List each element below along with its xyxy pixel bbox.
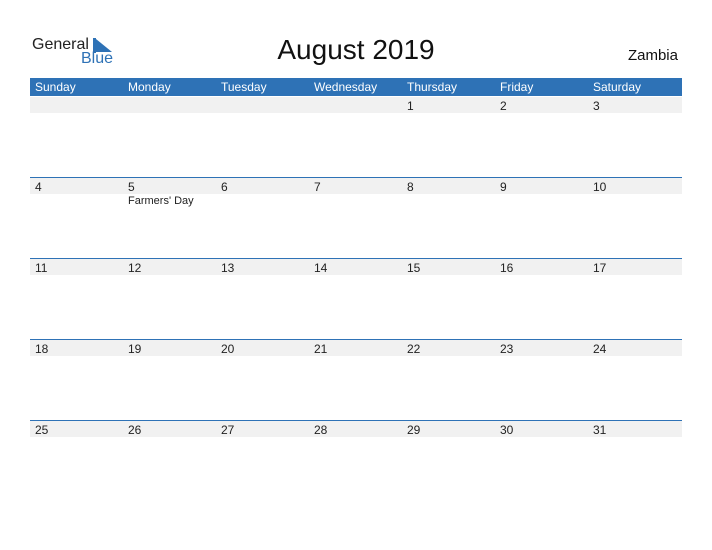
day-number: 15	[407, 261, 421, 275]
day-number: 4	[35, 180, 42, 194]
day-number: 12	[128, 261, 142, 275]
day-number: 27	[221, 423, 235, 437]
day-number: 11	[35, 261, 48, 275]
week-row: 18 19 20 21 22 23 24	[30, 339, 682, 420]
weekday-saturday: Saturday	[593, 80, 642, 94]
holiday-event: Farmers' Day	[128, 195, 194, 207]
weekday-tuesday: Tuesday	[221, 80, 267, 94]
day-number: 22	[407, 342, 421, 356]
day-number: 5	[128, 180, 135, 194]
day-number: 14	[314, 261, 328, 275]
day-number: 1	[407, 99, 414, 113]
day-number: 20	[221, 342, 235, 356]
day-number: 17	[593, 261, 607, 275]
week-row: 11 12 13 14 15 16 17	[30, 258, 682, 339]
day-number: 26	[128, 423, 142, 437]
day-number: 8	[407, 180, 414, 194]
day-number: 2	[500, 99, 507, 113]
day-number: 28	[314, 423, 328, 437]
day-number: 24	[593, 342, 607, 356]
day-number: 6	[221, 180, 228, 194]
day-number: 9	[500, 180, 507, 194]
day-number: 23	[500, 342, 514, 356]
week-row: 25 26 27 28 29 30 31	[30, 420, 682, 501]
day-number: 21	[314, 342, 328, 356]
day-number: 7	[314, 180, 321, 194]
day-number: 10	[593, 180, 607, 194]
day-number: 19	[128, 342, 142, 356]
day-number: 13	[221, 261, 235, 275]
weekday-sunday: Sunday	[35, 80, 76, 94]
day-number: 31	[593, 423, 607, 437]
week-row: 1 2 3	[30, 96, 682, 177]
weekday-wednesday: Wednesday	[314, 80, 378, 94]
day-number: 29	[407, 423, 421, 437]
day-number: 25	[35, 423, 49, 437]
country-label: Zambia	[627, 47, 678, 64]
day-number: 30	[500, 423, 514, 437]
weekday-thursday: Thursday	[407, 80, 458, 94]
weekday-header: Sunday Monday Tuesday Wednesday Thursday…	[30, 78, 682, 96]
week-row: 4 5 Farmers' Day 6 7 8 9 10	[30, 177, 682, 258]
day-number: 18	[35, 342, 49, 356]
calendar-title: August 2019	[277, 34, 435, 65]
day-number: 3	[593, 99, 600, 113]
weekday-friday: Friday	[500, 80, 534, 94]
day-number: 16	[500, 261, 514, 275]
date-band	[30, 97, 682, 113]
weekday-monday: Monday	[128, 80, 171, 94]
